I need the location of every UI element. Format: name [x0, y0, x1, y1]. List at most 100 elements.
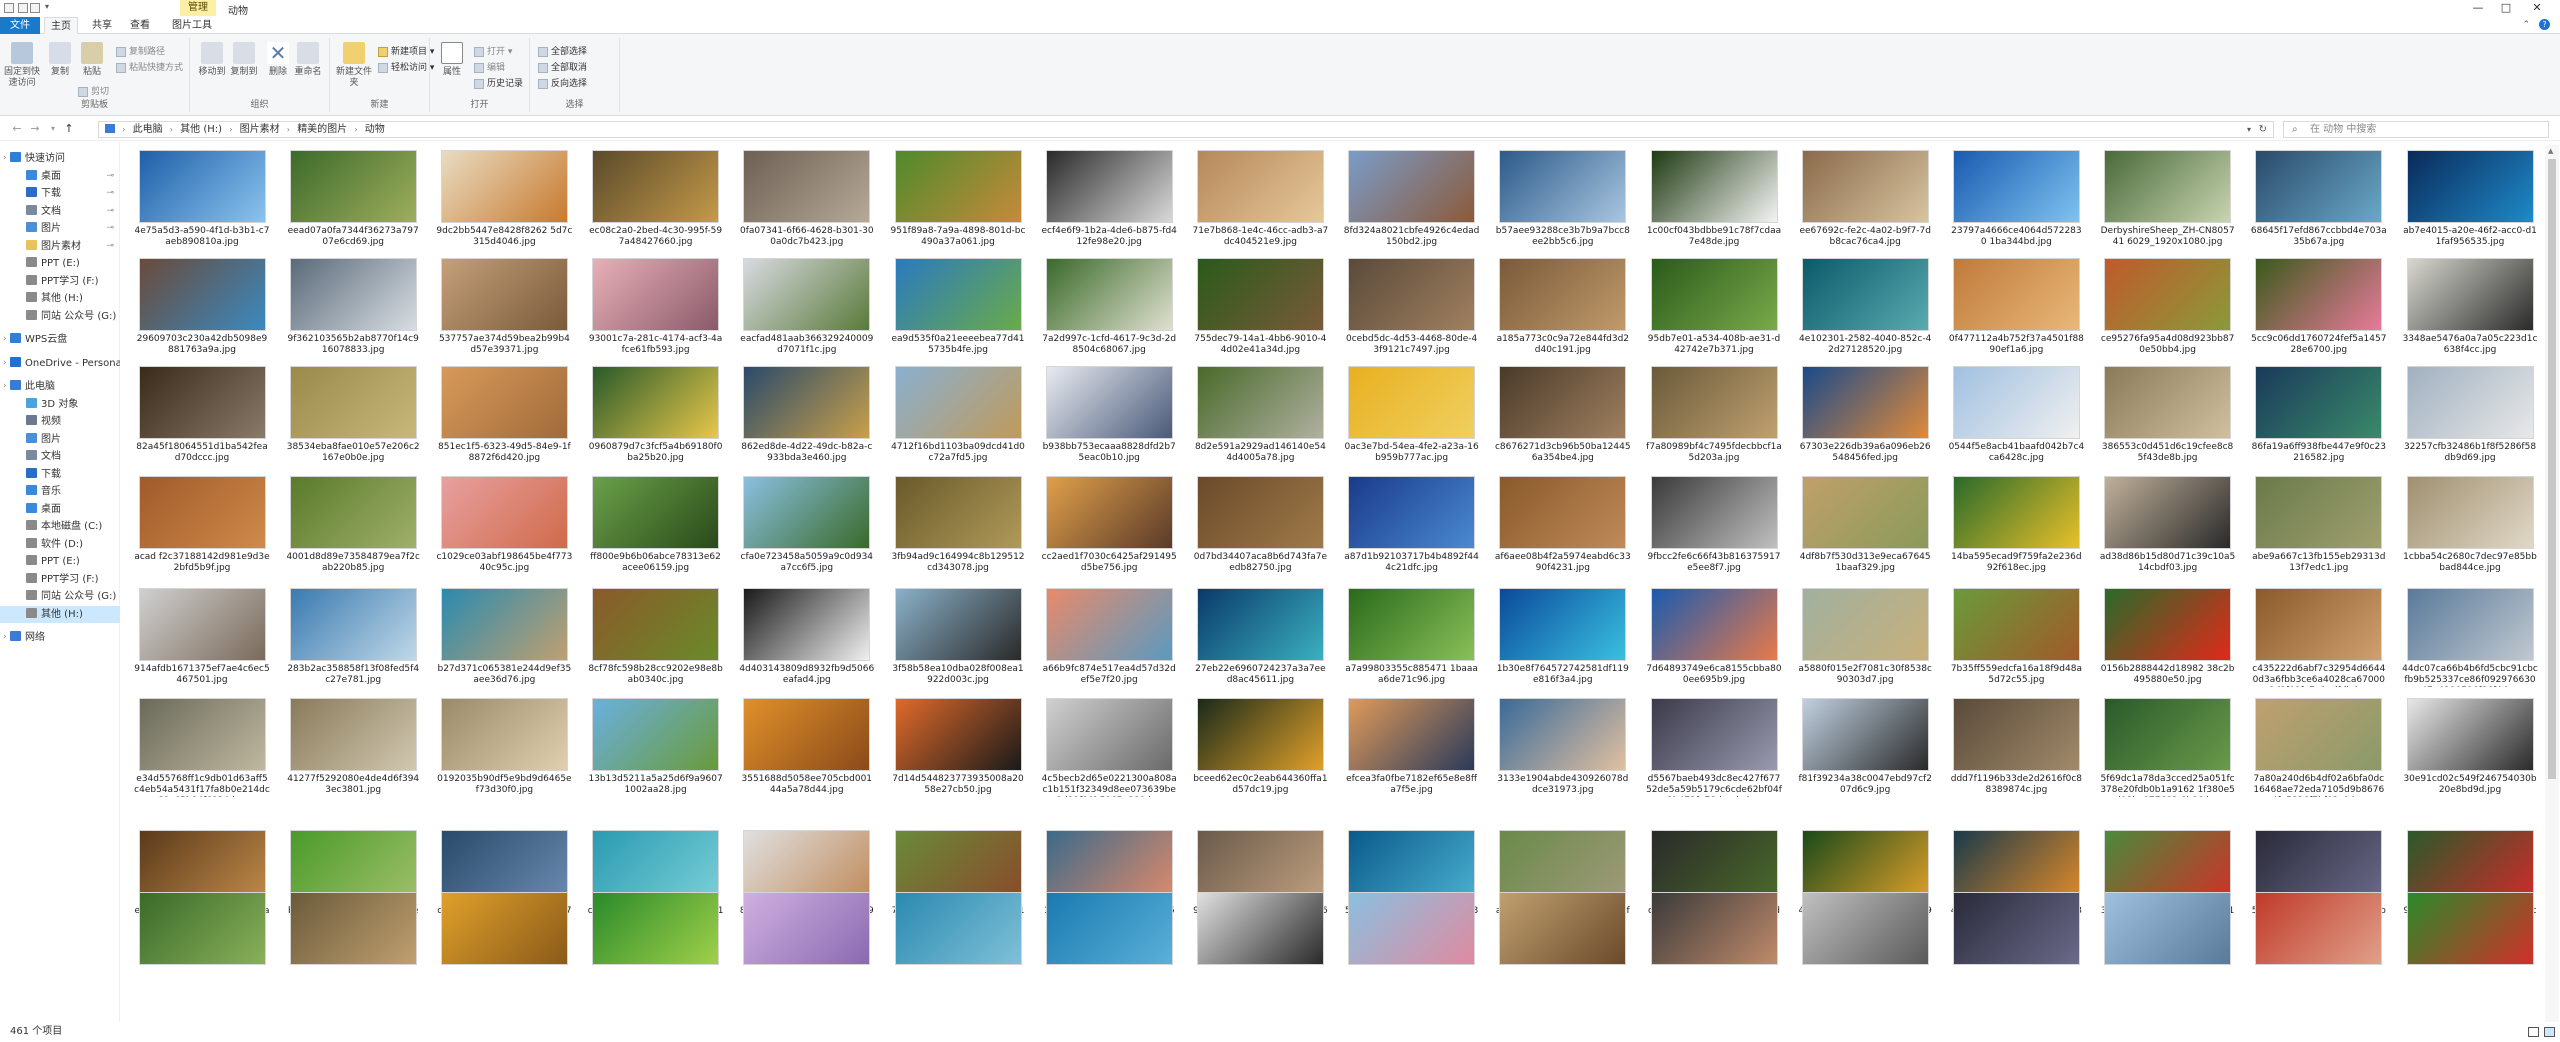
file-item[interactable]: 0fa07341-6f66-4628-b301-300a0dc7b423.jpg: [735, 150, 879, 249]
sidebar-item[interactable]: 同站 公众号 (G:): [0, 588, 120, 605]
file-item[interactable]: ff800e9b6b06abce78313e62acee06159.jpg: [584, 476, 728, 575]
file-item[interactable]: 7b35ff559edcfa16a18f9d48a5d72c55.jpg: [1944, 588, 2088, 687]
file-item[interactable]: cfa0e723458a5059a9c0d934a7cc6f5.jpg: [735, 476, 879, 575]
select-all-button[interactable]: 全部选择: [538, 46, 587, 58]
file-item[interactable]: [2398, 892, 2540, 965]
file-item[interactable]: [735, 892, 879, 965]
search-input[interactable]: ⌕ 在 动物 中搜索: [2283, 121, 2549, 138]
quick-access-dropdown-icon[interactable]: ▾: [45, 2, 49, 11]
sidebar-item[interactable]: 其他 (H:): [0, 605, 120, 623]
file-item[interactable]: 3f58b58ea10dba028f008ea1922d003c.jpg: [886, 588, 1030, 687]
file-item[interactable]: 4712f16bd1103ba09dcd41d0c72a7fd5.jpg: [886, 366, 1030, 465]
sidebar-item[interactable]: PPT (E:): [0, 553, 120, 570]
file-item[interactable]: [130, 892, 274, 965]
file-item[interactable]: bceed62ec0c2eab644360ffa1d57dc19.jpg: [1188, 698, 1332, 797]
file-item[interactable]: [1491, 892, 1635, 965]
file-item[interactable]: 0192035b90df5e9bd9d6465ef73d30f0.jpg: [432, 698, 576, 797]
refresh-icon[interactable]: ↻: [2259, 122, 2267, 137]
file-item[interactable]: a185a773c0c9a72e844fd3d2d40c191.jpg: [1491, 258, 1635, 357]
file-item[interactable]: 29609703c230a42db5098e9881763a9a.jpg: [130, 258, 274, 357]
file-item[interactable]: 0ac3e7bd-54ea-4fe2-a23a-16b959b777ac.jpg: [1340, 366, 1484, 465]
file-item[interactable]: 4df8b7f530d313e9eca676451baaf329.jpg: [1793, 476, 1937, 575]
file-item[interactable]: f7a80989bf4c7495fdecbbcf1a5d203a.jpg: [1642, 366, 1786, 465]
file-item[interactable]: 4c5becb2d65e0221300a808ac1b151f32349d8ee…: [1037, 698, 1181, 797]
file-item[interactable]: 95db7e01-a534-408b-ae31-d42742e7b371.jpg: [1642, 258, 1786, 357]
sidebar-item[interactable]: 其他 (H:): [0, 290, 120, 307]
address-dropdown-icon[interactable]: ▾: [2247, 122, 2251, 137]
edit-button[interactable]: 编辑: [474, 62, 505, 74]
file-item[interactable]: 93001c7a-281c-4174-acf3-4afce61fb593.jpg: [584, 258, 728, 357]
tab-share[interactable]: 共享: [86, 17, 118, 34]
expand-chevron-icon[interactable]: ›: [3, 378, 7, 395]
file-item[interactable]: ecf4e6f9-1b2a-4de6-b875-fd412fe98e20.jpg: [1037, 150, 1181, 249]
file-item[interactable]: 9dc2bb5447e8428f8262 5d7c315d4046.jpg: [432, 150, 576, 249]
details-view-icon[interactable]: [2528, 1027, 2539, 1037]
sidebar-item[interactable]: 本地磁盘 (C:): [0, 518, 120, 535]
file-item[interactable]: 82a45f18064551d1ba542fead70dccc.jpg: [130, 366, 274, 465]
file-item[interactable]: b27d371c065381e244d9ef35aee36d76.jpg: [432, 588, 576, 687]
vertical-scrollbar[interactable]: ▲: [2545, 145, 2559, 1022]
sidebar-item[interactable]: 桌面 ⊸: [0, 168, 120, 185]
sidebar-item[interactable]: 文档 ⊸: [0, 203, 120, 220]
open-button[interactable]: 打开 ▾: [474, 46, 512, 58]
file-item[interactable]: 951f89a8-7a9a-4898-801d-bc490a37a061.jpg: [886, 150, 1030, 249]
file-item[interactable]: 23797a4666ce4064d5722830 1ba344bd.jpg: [1944, 150, 2088, 249]
expand-chevron-icon[interactable]: ›: [3, 355, 7, 372]
file-item[interactable]: ec08c2a0-2bed-4c30-995f-597a48427660.jpg: [584, 150, 728, 249]
file-item[interactable]: 0960879d7c3fcf5a4b69180f0ba25b20.jpg: [584, 366, 728, 465]
properties-button[interactable]: 属性: [432, 42, 472, 78]
file-item[interactable]: [1340, 892, 1484, 965]
sidebar-item[interactable]: 下载: [0, 466, 120, 483]
file-item[interactable]: 537757ae374d59bea2b99b4d57e39371.jpg: [432, 258, 576, 357]
file-item[interactable]: 38534eba8fae010e57e206c2167e0b0e.jpg: [281, 366, 425, 465]
tab-picture-tools[interactable]: 图片工具: [166, 17, 218, 34]
file-item[interactable]: 386553c0d451d6c19cfee8c85f43de8b.jpg: [2096, 366, 2240, 465]
large-icons-view-icon[interactable]: [2544, 1027, 2555, 1037]
file-item[interactable]: 4e102301-2582-4040-852c-42d27128520.jpg: [1793, 258, 1937, 357]
file-item[interactable]: eead07a0fa7344f36273a79707e6cd69.jpg: [281, 150, 425, 249]
copy-path-button[interactable]: 复制路径: [116, 46, 165, 58]
sidebar-item[interactable]: › 网络: [0, 629, 120, 646]
file-item[interactable]: ab7e4015-a20e-46f2-acc0-d11faf956535.jpg: [2398, 150, 2540, 249]
file-item[interactable]: [1944, 892, 2088, 965]
manage-context-tab[interactable]: 管理: [180, 0, 216, 16]
breadcrumb[interactable]: › 此电脑 › 其他 (H:) › 图片素材 › 精美的图片 › 动物 ▾ ↻: [98, 121, 2274, 138]
file-item[interactable]: 7d14d544823773935008a2058e27cb50.jpg: [886, 698, 1030, 797]
file-item[interactable]: [1793, 892, 1937, 965]
file-item[interactable]: b57aee93288ce3b7b9a7bcc8ee2bb5c6.jpg: [1491, 150, 1635, 249]
help-icon[interactable]: ?: [2539, 19, 2550, 30]
pin-quick-access-button[interactable]: 固定到快速访问: [2, 42, 42, 89]
file-item[interactable]: a87d1b92103717b4b4892f444c21dfc.jpg: [1340, 476, 1484, 575]
file-item[interactable]: af6aee08b4f2a5974eabd6c3390f4231.jpg: [1491, 476, 1635, 575]
tab-view[interactable]: 查看: [124, 17, 156, 34]
new-item-button[interactable]: 新建项目 ▾: [378, 46, 434, 58]
file-item[interactable]: ddd7f1196b33de2d2616f0c88389874c.jpg: [1944, 698, 2088, 797]
file-item[interactable]: c1029ce03abf198645be4f77340c95c.jpg: [432, 476, 576, 575]
sidebar-item[interactable]: PPT (E:): [0, 255, 120, 272]
file-item[interactable]: ee67692c-fe2c-4a02-b9f7-7db8cac76ca4.jpg: [1793, 150, 1937, 249]
file-item[interactable]: 14ba595ecad9f759fa2e236d92f618ec.jpg: [1944, 476, 2088, 575]
file-item[interactable]: [281, 892, 425, 965]
file-item[interactable]: [1188, 892, 1332, 965]
expand-chevron-icon[interactable]: ›: [3, 150, 7, 167]
new-folder-button[interactable]: 新建文件夹: [334, 42, 374, 89]
scroll-thumb[interactable]: [2548, 159, 2556, 779]
scroll-up-icon[interactable]: ▲: [2548, 147, 2553, 155]
file-item[interactable]: 44dc07ca66b4b6fd5cbc91cbcfb9b525337ce86f…: [2398, 588, 2540, 687]
file-item[interactable]: [432, 892, 576, 965]
file-item[interactable]: 5cc9c06dd1760724fef5a145728e6700.jpg: [2247, 258, 2391, 357]
close-button[interactable]: ✕: [2514, 0, 2560, 17]
up-arrow-icon[interactable]: ↑: [62, 121, 76, 137]
file-item[interactable]: ad38d86b15d80d71c39c10a514cbdf03.jpg: [2096, 476, 2240, 575]
recent-locations-icon[interactable]: ▾: [46, 121, 60, 137]
file-item[interactable]: 3348ae5476a0a7a05c223d1c638f4cc.jpg: [2398, 258, 2540, 357]
file-item[interactable]: 0d7bd34407aca8b6d743fa7eedb82750.jpg: [1188, 476, 1332, 575]
file-item[interactable]: [2096, 892, 2240, 965]
select-none-button[interactable]: 全部取消: [538, 62, 587, 74]
breadcrumb-fine-pictures[interactable]: 精美的图片: [297, 124, 347, 135]
file-item[interactable]: 67303e226db39a6a096eb26548456fed.jpg: [1793, 366, 1937, 465]
file-item[interactable]: 3551688d5058ee705cbd00144a5a78d44.jpg: [735, 698, 879, 797]
sidebar-item[interactable]: 下载 ⊸: [0, 185, 120, 202]
file-item[interactable]: 851ec1f5-6323-49d5-84e9-1f8872f6d420.jpg: [432, 366, 576, 465]
sidebar-item[interactable]: 桌面: [0, 501, 120, 518]
